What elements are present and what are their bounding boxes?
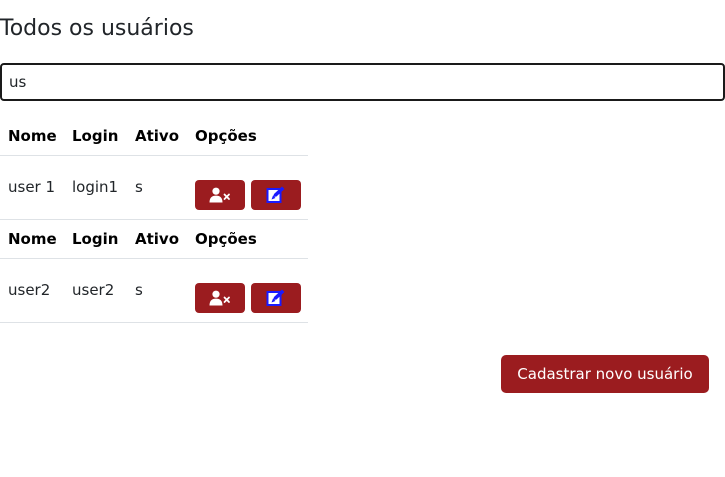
edit-user-button[interactable]: [251, 180, 301, 210]
delete-user-button[interactable]: [195, 180, 245, 210]
cell-nome: user2: [8, 281, 51, 299]
edit-user-button[interactable]: [251, 283, 301, 313]
user-remove-icon: [209, 290, 230, 306]
cell-login: user2: [72, 281, 115, 299]
cell-login: login1: [72, 178, 119, 196]
cell-nome: user 1: [8, 178, 56, 196]
edit-icon: [266, 186, 285, 203]
header-ativo: Ativo: [135, 127, 180, 145]
user-table: Nome Login Ativo Opções user 1 login1 s: [0, 117, 308, 220]
edit-icon: [266, 289, 285, 306]
cell-ativo: s: [135, 281, 143, 299]
table-row: user 1 login1 s: [0, 156, 308, 220]
add-user-button[interactable]: Cadastrar novo usuário: [501, 355, 709, 393]
header-ativo: Ativo: [135, 230, 180, 248]
page-title: Todos os usuários: [0, 16, 194, 41]
cell-ativo: s: [135, 178, 143, 196]
page: Todos os usuários Nome Login Ativo Opçõe…: [0, 0, 725, 477]
header-opcoes: Opções: [195, 230, 257, 248]
table-header: Nome Login Ativo Opções: [0, 220, 308, 259]
header-nome: Nome: [8, 230, 57, 248]
user-table: Nome Login Ativo Opções user2 user2 s: [0, 220, 308, 323]
table-row: user2 user2 s: [0, 259, 308, 323]
delete-user-button[interactable]: [195, 283, 245, 313]
user-remove-icon: [209, 187, 230, 203]
table-header: Nome Login Ativo Opções: [0, 117, 308, 156]
header-login: Login: [72, 127, 119, 145]
header-opcoes: Opções: [195, 127, 257, 145]
header-login: Login: [72, 230, 119, 248]
search-input[interactable]: [0, 63, 725, 101]
header-nome: Nome: [8, 127, 57, 145]
